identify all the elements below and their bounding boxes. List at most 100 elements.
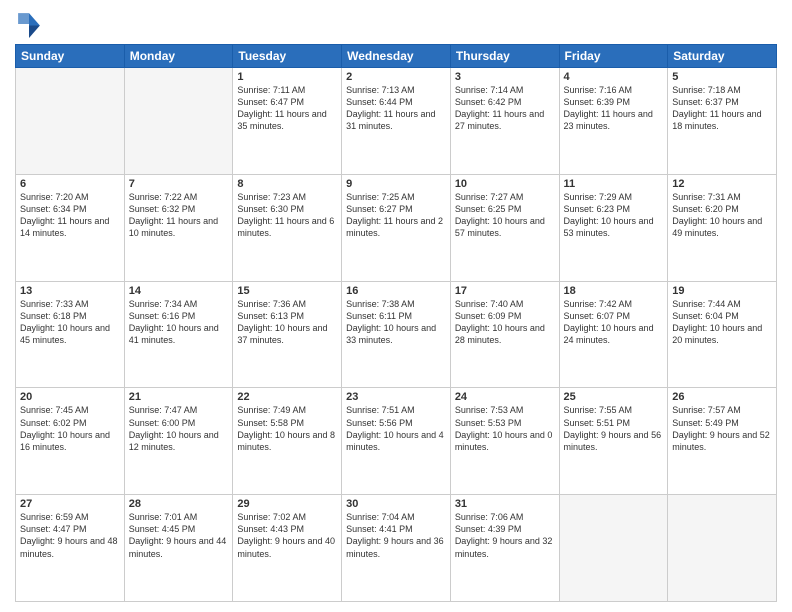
calendar-header-sunday: Sunday <box>16 45 125 68</box>
day-info: Sunrise: 7:25 AM Sunset: 6:27 PM Dayligh… <box>346 191 446 240</box>
day-number: 9 <box>346 178 446 190</box>
logo <box>15 10 47 38</box>
logo-icon <box>15 10 43 38</box>
day-number: 12 <box>672 178 772 190</box>
calendar-cell: 10Sunrise: 7:27 AM Sunset: 6:25 PM Dayli… <box>450 174 559 281</box>
day-info: Sunrise: 7:06 AM Sunset: 4:39 PM Dayligh… <box>455 511 555 560</box>
day-info: Sunrise: 7:42 AM Sunset: 6:07 PM Dayligh… <box>564 298 664 347</box>
calendar-cell: 31Sunrise: 7:06 AM Sunset: 4:39 PM Dayli… <box>450 495 559 602</box>
calendar-cell: 24Sunrise: 7:53 AM Sunset: 5:53 PM Dayli… <box>450 388 559 495</box>
day-number: 25 <box>564 391 664 403</box>
calendar-cell: 20Sunrise: 7:45 AM Sunset: 6:02 PM Dayli… <box>16 388 125 495</box>
calendar-cell: 30Sunrise: 7:04 AM Sunset: 4:41 PM Dayli… <box>342 495 451 602</box>
calendar-cell: 11Sunrise: 7:29 AM Sunset: 6:23 PM Dayli… <box>559 174 668 281</box>
calendar-cell: 12Sunrise: 7:31 AM Sunset: 6:20 PM Dayli… <box>668 174 777 281</box>
day-info: Sunrise: 7:16 AM Sunset: 6:39 PM Dayligh… <box>564 84 664 133</box>
day-number: 15 <box>237 285 337 297</box>
calendar-cell: 17Sunrise: 7:40 AM Sunset: 6:09 PM Dayli… <box>450 281 559 388</box>
calendar-cell <box>559 495 668 602</box>
calendar-cell: 29Sunrise: 7:02 AM Sunset: 4:43 PM Dayli… <box>233 495 342 602</box>
calendar-week-2: 6Sunrise: 7:20 AM Sunset: 6:34 PM Daylig… <box>16 174 777 281</box>
calendar-header-tuesday: Tuesday <box>233 45 342 68</box>
calendar-cell: 22Sunrise: 7:49 AM Sunset: 5:58 PM Dayli… <box>233 388 342 495</box>
day-info: Sunrise: 7:34 AM Sunset: 6:16 PM Dayligh… <box>129 298 229 347</box>
calendar-table: SundayMondayTuesdayWednesdayThursdayFrid… <box>15 44 777 602</box>
day-info: Sunrise: 7:27 AM Sunset: 6:25 PM Dayligh… <box>455 191 555 240</box>
calendar-cell: 16Sunrise: 7:38 AM Sunset: 6:11 PM Dayli… <box>342 281 451 388</box>
calendar-cell: 19Sunrise: 7:44 AM Sunset: 6:04 PM Dayli… <box>668 281 777 388</box>
day-info: Sunrise: 7:14 AM Sunset: 6:42 PM Dayligh… <box>455 84 555 133</box>
day-number: 17 <box>455 285 555 297</box>
day-info: Sunrise: 7:20 AM Sunset: 6:34 PM Dayligh… <box>20 191 120 240</box>
day-info: Sunrise: 7:02 AM Sunset: 4:43 PM Dayligh… <box>237 511 337 560</box>
calendar-cell: 13Sunrise: 7:33 AM Sunset: 6:18 PM Dayli… <box>16 281 125 388</box>
calendar-week-1: 1Sunrise: 7:11 AM Sunset: 6:47 PM Daylig… <box>16 68 777 175</box>
calendar-header-thursday: Thursday <box>450 45 559 68</box>
day-number: 24 <box>455 391 555 403</box>
day-info: Sunrise: 7:01 AM Sunset: 4:45 PM Dayligh… <box>129 511 229 560</box>
day-number: 6 <box>20 178 120 190</box>
day-number: 20 <box>20 391 120 403</box>
day-info: Sunrise: 7:31 AM Sunset: 6:20 PM Dayligh… <box>672 191 772 240</box>
day-number: 30 <box>346 498 446 510</box>
day-info: Sunrise: 7:13 AM Sunset: 6:44 PM Dayligh… <box>346 84 446 133</box>
day-number: 4 <box>564 71 664 83</box>
day-info: Sunrise: 7:22 AM Sunset: 6:32 PM Dayligh… <box>129 191 229 240</box>
day-info: Sunrise: 7:23 AM Sunset: 6:30 PM Dayligh… <box>237 191 337 240</box>
calendar-cell: 14Sunrise: 7:34 AM Sunset: 6:16 PM Dayli… <box>124 281 233 388</box>
calendar-cell: 4Sunrise: 7:16 AM Sunset: 6:39 PM Daylig… <box>559 68 668 175</box>
day-number: 8 <box>237 178 337 190</box>
day-number: 11 <box>564 178 664 190</box>
calendar-header-wednesday: Wednesday <box>342 45 451 68</box>
calendar-cell <box>124 68 233 175</box>
day-number: 1 <box>237 71 337 83</box>
calendar-cell: 8Sunrise: 7:23 AM Sunset: 6:30 PM Daylig… <box>233 174 342 281</box>
calendar-cell: 18Sunrise: 7:42 AM Sunset: 6:07 PM Dayli… <box>559 281 668 388</box>
day-number: 27 <box>20 498 120 510</box>
calendar-cell: 27Sunrise: 6:59 AM Sunset: 4:47 PM Dayli… <box>16 495 125 602</box>
calendar-cell: 15Sunrise: 7:36 AM Sunset: 6:13 PM Dayli… <box>233 281 342 388</box>
day-info: Sunrise: 7:57 AM Sunset: 5:49 PM Dayligh… <box>672 404 772 453</box>
day-info: Sunrise: 7:53 AM Sunset: 5:53 PM Dayligh… <box>455 404 555 453</box>
calendar-cell: 1Sunrise: 7:11 AM Sunset: 6:47 PM Daylig… <box>233 68 342 175</box>
day-number: 23 <box>346 391 446 403</box>
day-info: Sunrise: 7:47 AM Sunset: 6:00 PM Dayligh… <box>129 404 229 453</box>
day-number: 5 <box>672 71 772 83</box>
day-number: 21 <box>129 391 229 403</box>
calendar-header-friday: Friday <box>559 45 668 68</box>
calendar-cell <box>16 68 125 175</box>
day-info: Sunrise: 7:45 AM Sunset: 6:02 PM Dayligh… <box>20 404 120 453</box>
day-number: 10 <box>455 178 555 190</box>
day-number: 2 <box>346 71 446 83</box>
day-number: 19 <box>672 285 772 297</box>
calendar-cell: 3Sunrise: 7:14 AM Sunset: 6:42 PM Daylig… <box>450 68 559 175</box>
day-number: 18 <box>564 285 664 297</box>
day-number: 3 <box>455 71 555 83</box>
calendar-cell: 28Sunrise: 7:01 AM Sunset: 4:45 PM Dayli… <box>124 495 233 602</box>
calendar-cell: 5Sunrise: 7:18 AM Sunset: 6:37 PM Daylig… <box>668 68 777 175</box>
day-info: Sunrise: 7:55 AM Sunset: 5:51 PM Dayligh… <box>564 404 664 453</box>
day-info: Sunrise: 7:49 AM Sunset: 5:58 PM Dayligh… <box>237 404 337 453</box>
day-number: 13 <box>20 285 120 297</box>
day-number: 7 <box>129 178 229 190</box>
calendar-week-3: 13Sunrise: 7:33 AM Sunset: 6:18 PM Dayli… <box>16 281 777 388</box>
calendar-week-4: 20Sunrise: 7:45 AM Sunset: 6:02 PM Dayli… <box>16 388 777 495</box>
calendar-header-monday: Monday <box>124 45 233 68</box>
day-info: Sunrise: 6:59 AM Sunset: 4:47 PM Dayligh… <box>20 511 120 560</box>
day-info: Sunrise: 7:51 AM Sunset: 5:56 PM Dayligh… <box>346 404 446 453</box>
page: SundayMondayTuesdayWednesdayThursdayFrid… <box>0 0 792 612</box>
calendar-cell: 21Sunrise: 7:47 AM Sunset: 6:00 PM Dayli… <box>124 388 233 495</box>
calendar-cell: 23Sunrise: 7:51 AM Sunset: 5:56 PM Dayli… <box>342 388 451 495</box>
calendar-cell: 6Sunrise: 7:20 AM Sunset: 6:34 PM Daylig… <box>16 174 125 281</box>
day-number: 26 <box>672 391 772 403</box>
day-info: Sunrise: 7:38 AM Sunset: 6:11 PM Dayligh… <box>346 298 446 347</box>
calendar-week-5: 27Sunrise: 6:59 AM Sunset: 4:47 PM Dayli… <box>16 495 777 602</box>
day-number: 29 <box>237 498 337 510</box>
day-info: Sunrise: 7:04 AM Sunset: 4:41 PM Dayligh… <box>346 511 446 560</box>
day-number: 28 <box>129 498 229 510</box>
day-number: 22 <box>237 391 337 403</box>
calendar-header-row: SundayMondayTuesdayWednesdayThursdayFrid… <box>16 45 777 68</box>
header <box>15 10 777 38</box>
calendar-cell: 25Sunrise: 7:55 AM Sunset: 5:51 PM Dayli… <box>559 388 668 495</box>
day-info: Sunrise: 7:33 AM Sunset: 6:18 PM Dayligh… <box>20 298 120 347</box>
